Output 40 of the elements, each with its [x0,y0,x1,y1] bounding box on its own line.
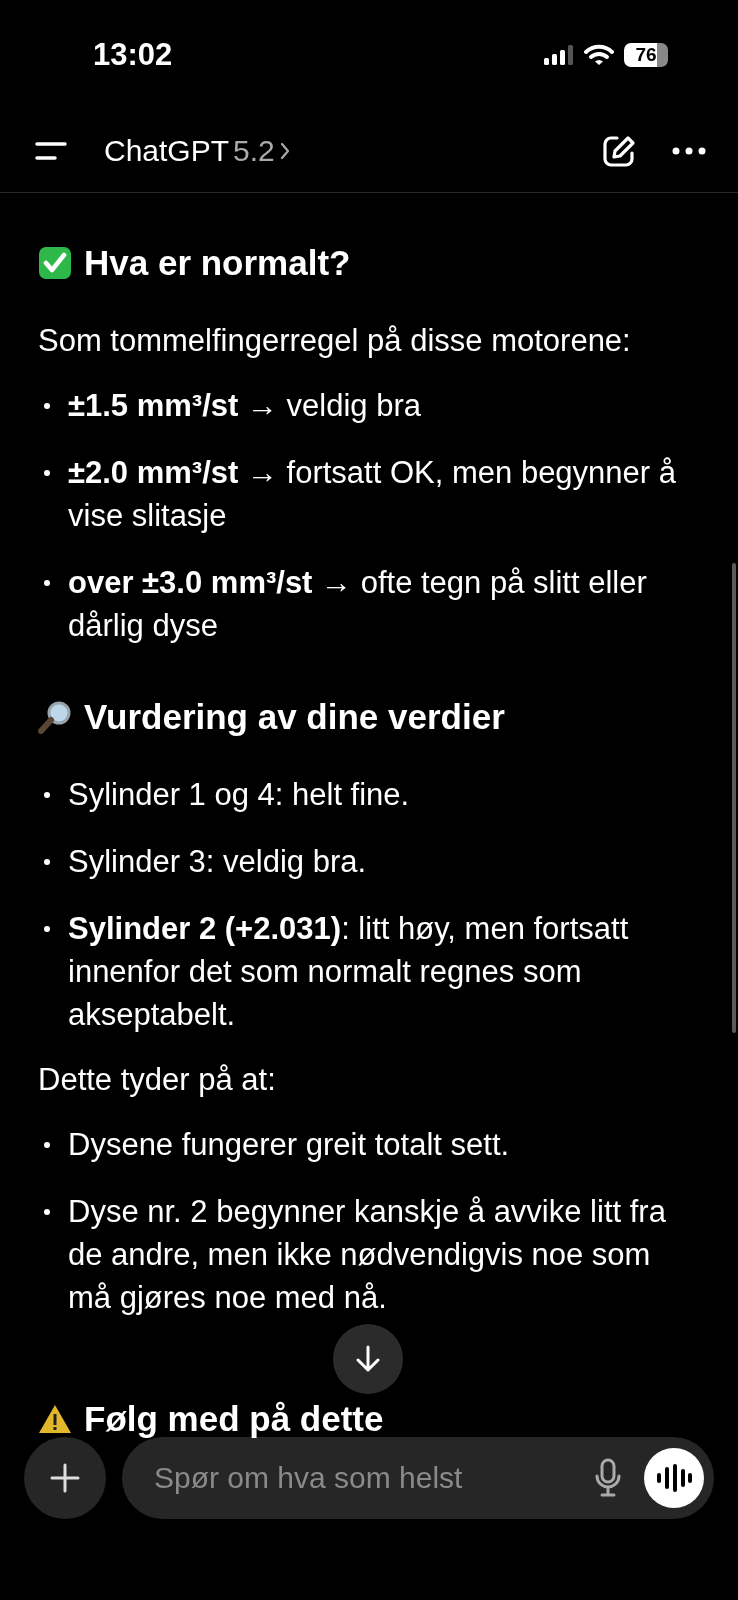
check-mark-icon [38,246,72,280]
signal-icon [544,45,574,65]
bullet-dot [44,580,50,586]
bullet-dot [44,792,50,798]
model-selector[interactable]: ChatGPT5.2 [104,134,291,168]
list-item-text: ±2.0 mm³/st → fortsatt OK, men begynner å vise slitasje [68,454,677,535]
wifi-icon [584,44,614,66]
arrow-down-icon [355,1345,381,1373]
chevron-icon [278,141,291,161]
bullet-dot [44,859,50,865]
microphone-icon[interactable] [594,1458,622,1498]
list-item-text: Sylinder 3: veldig bra. [68,843,367,881]
warning-icon [38,1403,72,1435]
list-item-text: Sylinder 2 (+2.031): litt høy, men fortsatt innenfor det som normalt regnes som akseptabelt. [68,910,630,1034]
list-item-text: Sylinder 1 og 4: helt fine. [68,776,410,814]
message-input[interactable]: Spør om hva som helst [152,1460,572,1496]
section-heading: Følg med på dette [84,1399,384,1439]
plus-icon [50,1463,80,1493]
list-item-text: over ±3.0 mm³/st → ofte tegn på slitt eller dårlig dyse [68,564,648,645]
paragraph: Dette tyder på at: [38,1061,277,1099]
bullet-dot [44,1142,50,1148]
bullet-dot [44,403,50,409]
list-item-text: Dyse nr. 2 begynner kanskje å avvike litt fra de andre, men ikke nødvendigvis noe som må gjøres noe med nå. [68,1193,667,1317]
input-bar[interactable]: Spør om hva som helst [122,1437,714,1519]
bullet-dot [44,470,50,476]
section-heading: Vurdering av dine verdier [84,697,505,737]
bullet-dot [44,1209,50,1215]
new-chat-icon[interactable] [602,134,636,168]
list-item-text: ±1.5 mm³/st → veldig bra [68,387,421,425]
menu-icon[interactable] [34,140,68,162]
magnifier-icon [38,700,72,734]
battery-indicator: 76 [624,43,668,67]
more-icon[interactable] [672,147,706,155]
bullet-dot [44,926,50,932]
clock-time: 13:02 [93,37,173,73]
sound-wave-icon [656,1464,692,1492]
list-item-text: Dysene fungerer greit totalt sett. [68,1126,510,1164]
section-heading: Hva er normalt? [84,243,351,283]
paragraph: Som tommelfingerregel på disse motorene: [38,322,632,360]
voice-mode-button[interactable] [644,1448,704,1508]
